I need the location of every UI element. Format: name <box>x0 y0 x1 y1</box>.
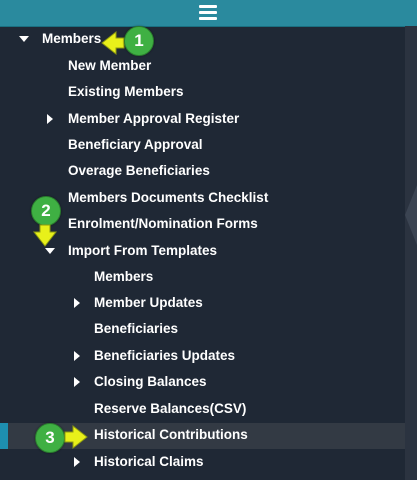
menu-item-label: Existing Members <box>68 84 184 99</box>
active-indicator <box>0 423 8 449</box>
scrollbar[interactable] <box>405 26 417 480</box>
menu-item-members[interactable]: Members <box>0 27 405 53</box>
menu-item-label: Overage Beneficiaries <box>68 163 210 178</box>
caret-right-icon <box>74 377 80 387</box>
menu-item-historical-claims[interactable]: Historical Claims <box>0 450 405 476</box>
menu-item-beneficiary-approval[interactable]: Beneficiary Approval <box>0 133 405 159</box>
annotation-arrow-2-icon <box>32 224 58 247</box>
menu-item-label: Beneficiaries <box>94 321 179 336</box>
top-bar <box>0 0 417 27</box>
menu-item-import-from-templates[interactable]: Import From Templates <box>0 239 405 265</box>
menu-item-enrolment-nomination-forms[interactable]: Enrolment/Nomination Forms <box>0 212 405 238</box>
caret-down-icon <box>45 248 55 254</box>
menu-item-label: Beneficiaries Updates <box>94 348 236 363</box>
annotation-arrow-1-icon <box>101 30 125 56</box>
menu-item-member-approval-register[interactable]: Member Approval Register <box>0 107 405 133</box>
step-badge-3: 3 <box>35 423 65 453</box>
menu-item-label: New Member <box>68 58 152 73</box>
menu-item-label: Members <box>94 269 154 284</box>
menu-item-beneficiaries-updates[interactable]: Beneficiaries Updates <box>0 344 405 370</box>
step-badge-2: 2 <box>31 196 61 226</box>
hamburger-icon[interactable] <box>199 5 217 21</box>
scroll-handle[interactable] <box>405 185 417 245</box>
annotation-arrow-3-icon <box>64 424 88 450</box>
menu-item-label: Members <box>42 31 102 46</box>
menu-item-reserve-balances-csv[interactable]: Reserve Balances(CSV) <box>0 397 405 423</box>
menu-item-existing-members[interactable]: Existing Members <box>0 80 405 106</box>
caret-down-icon <box>19 36 29 42</box>
menu-item-label: Reserve Balances(CSV) <box>94 401 247 416</box>
menu-item-label: Member Approval Register <box>68 111 240 126</box>
menu-item-label: Historical Contributions <box>94 427 248 442</box>
caret-right-icon <box>74 298 80 308</box>
menu-item-label: Historical Claims <box>94 454 204 469</box>
menu-item-import-members[interactable]: Members <box>0 265 405 291</box>
menu-item-label: Beneficiary Approval <box>68 137 203 152</box>
step-badge-1: 1 <box>124 26 154 56</box>
menu-item-member-updates[interactable]: Member Updates <box>0 291 405 317</box>
menu-item-label: Enrolment/Nomination Forms <box>68 216 258 231</box>
menu-item-beneficiaries[interactable]: Beneficiaries <box>0 317 405 343</box>
menu-item-closing-balances[interactable]: Closing Balances <box>0 370 405 396</box>
menu-item-label: Closing Balances <box>94 374 207 389</box>
caret-right-icon <box>74 351 80 361</box>
menu-item-label: Members Documents Checklist <box>68 190 269 205</box>
menu-item-label: Import From Templates <box>68 243 218 258</box>
menu-item-label: Member Updates <box>94 295 203 310</box>
caret-right-icon <box>47 114 53 124</box>
caret-right-icon <box>74 457 80 467</box>
menu-item-overage-beneficiaries[interactable]: Overage Beneficiaries <box>0 159 405 185</box>
menu-item-new-member[interactable]: New Member <box>0 54 405 80</box>
